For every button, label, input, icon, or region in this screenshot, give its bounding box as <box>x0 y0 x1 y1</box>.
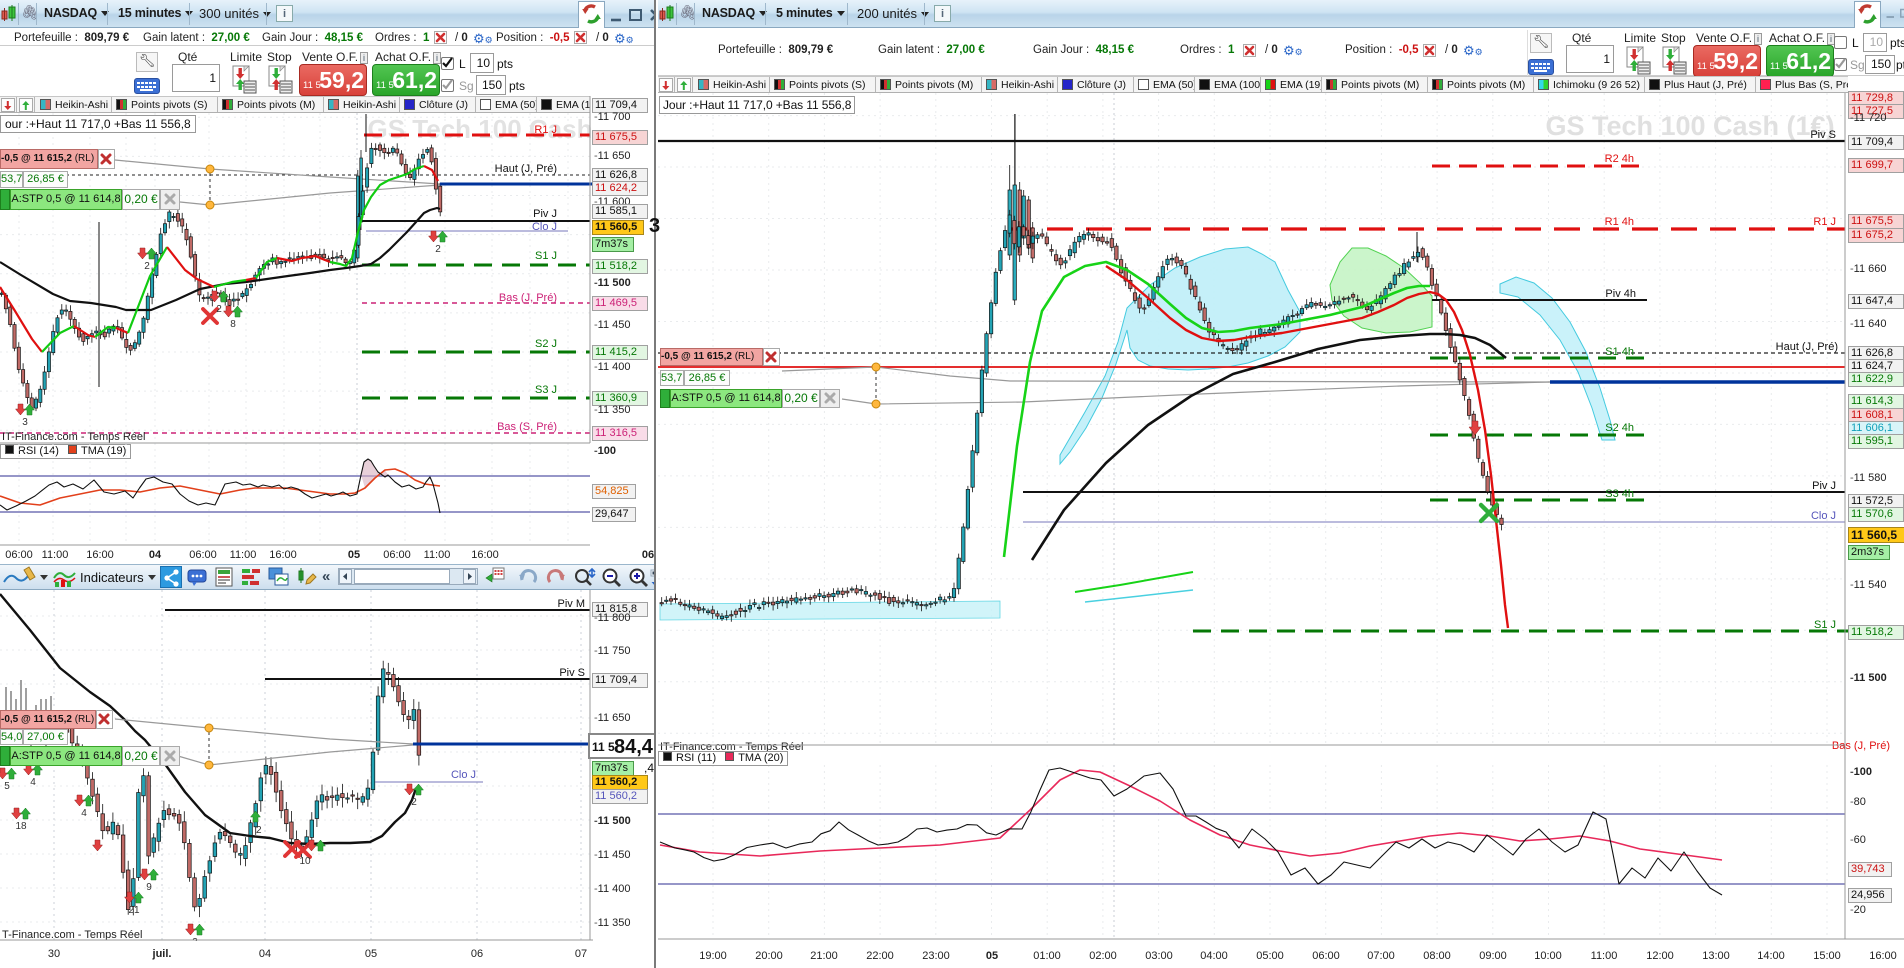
svg-text:Piv S: Piv S <box>559 667 585 679</box>
svg-text:3: 3 <box>22 417 28 428</box>
svg-text:8: 8 <box>230 319 236 330</box>
svg-text:T-Finance.com - Temps Réel: T-Finance.com - Temps Réel <box>2 929 142 941</box>
svg-text:IT-Finance.com - Temps Réel: IT-Finance.com - Temps Réel <box>2 431 145 443</box>
svg-text:21: 21 <box>128 905 140 916</box>
svg-text:4: 4 <box>30 777 36 788</box>
svg-text:S3 J: S3 J <box>535 384 557 396</box>
svg-text:Piv J: Piv J <box>533 208 557 220</box>
svg-text:2: 2 <box>411 797 417 808</box>
svg-text:S2 J: S2 J <box>535 338 557 350</box>
svg-text:R1 J: R1 J <box>534 124 557 136</box>
svg-text:18: 18 <box>15 821 27 832</box>
svg-text:5: 5 <box>4 781 10 792</box>
svg-text:Bas (S, Pré): Bas (S, Pré) <box>497 421 557 433</box>
svg-text:10: 10 <box>299 856 311 867</box>
svg-text:S1 J: S1 J <box>535 250 557 262</box>
svg-text:Bas (J, Pré): Bas (J, Pré) <box>499 292 557 304</box>
svg-text:9: 9 <box>146 882 152 893</box>
svg-text:Haut (J, Pré): Haut (J, Pré) <box>495 163 557 175</box>
svg-text:2: 2 <box>435 244 441 255</box>
svg-text:Piv M: Piv M <box>558 598 586 610</box>
svg-text:2: 2 <box>216 304 222 315</box>
svg-text:4: 4 <box>81 808 87 819</box>
svg-text:3: 3 <box>192 937 198 941</box>
svg-text:Clo J: Clo J <box>532 221 557 233</box>
svg-text:2: 2 <box>144 261 150 272</box>
svg-text:Clo J: Clo J <box>451 769 476 781</box>
svg-text:GS Tech 100 Cash: GS Tech 100 Cash <box>368 114 593 144</box>
svg-text:2: 2 <box>256 825 262 836</box>
